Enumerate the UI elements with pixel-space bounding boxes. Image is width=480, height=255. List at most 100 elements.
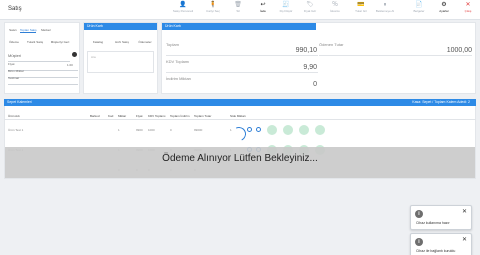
summary-header: Ürün Kartı [162,23,316,30]
product-tab-0[interactable]: Katalog [89,39,107,45]
customer-icon: 🧍 [209,2,217,8]
table-cell: 1 [118,128,120,132]
sales-screen: Satış 👤 Satış Personeli 🧍 Cariyi Seç 🗑 Sil ↩ İa… [0,0,480,255]
trash-icon: 🗑 [234,2,242,8]
toolbar-label: Cariyi Seç [206,9,220,13]
divider [166,72,318,73]
toolbar-button-7[interactable]: 💳 Tutar Gir [348,2,374,18]
sales-personnel-icon: 👤 [179,2,187,8]
toolbar-label: Satış Personeli [172,9,194,13]
product-tab-1[interactable]: Hızlı Satış [113,39,131,45]
row-indicator [299,125,309,135]
close-icon[interactable]: ✕ [462,236,467,243]
toolbar-button-2[interactable]: 🗑 Sil [225,2,251,18]
toast-notification: i ✕ Cihaz ile bağlantı kuruldu [410,233,472,255]
close-icon[interactable]: ✕ [462,208,467,215]
toolbar-button-9[interactable]: 📄 Belgeler [406,2,432,18]
product-search-placeholder: Ara [91,55,96,59]
column-header: Toplam İndirim [170,114,190,118]
hold-icon: ⏸ [383,2,387,8]
column-header: Fiyat [136,114,143,118]
tab-0[interactable]: Satıcı [8,27,18,33]
customer-panel: Satıcı Toptan Satış Merkez Ödeme Tutarlı Sa… [4,22,80,94]
discount-value: 0 [313,81,317,88]
table-cell: Ürün Test 1 [8,128,24,132]
toolbar-label: Çıkış [464,9,472,13]
customer-add-icon[interactable] [72,52,77,57]
toolbar-button-4[interactable]: 🧾 Fiş Düşür [273,2,299,18]
discount-icon: ％ [331,2,338,8]
info-icon: i [415,210,423,218]
vat-label: KDV Toplamı [166,59,190,64]
basket-header: Sepet Kalemleri Kasa: Sepet / Toplam Kal… [4,99,476,106]
toolbar-label: Tutar Gir [355,9,367,13]
table-cell: 0 [170,128,172,132]
paid-amount-label: Ödenen Tutar [319,42,344,47]
product-tab-2[interactable]: Ödemeler [136,39,154,45]
toolbar-label: Sil [236,9,240,13]
field-value: 1.00 [67,63,73,67]
toast-message: Cihaz kullanıma hazır [416,221,450,225]
paid-amount-value: 1000,00 [446,47,472,54]
basket-title: Sepet Kalemleri [7,100,32,104]
info-icon: i [415,238,423,246]
row-action-icon[interactable] [256,127,261,132]
row-indicator [283,125,293,135]
product-card-header: Ürün Kartı [84,23,157,30]
toolbar-button-5[interactable]: 🏷 Fiyat Gör [297,2,323,18]
toast-notification: i ✕ Cihaz kullanıma hazır [410,205,472,230]
column-header: Ürün Adı [8,114,20,118]
field-input[interactable] [8,57,70,62]
vat-value: 9,90 [303,64,317,71]
column-header: Stok Miktarı [230,114,246,118]
settings-icon: ⚙ [441,2,447,8]
column-header: Kod [108,114,114,118]
total-label: Toplam [166,42,179,47]
page-title: Satış [8,6,22,12]
toolbar-button-0[interactable]: 👤 Satış Personeli [170,2,196,18]
payment-message: Ödeme Alınıyor Lütfen Bekleyiniz... [162,153,318,164]
sub-tab-2[interactable]: Müşteriyi Geri [50,39,70,45]
toolbar-label: Fiyat Gör [303,9,317,13]
toast-message: Cihaz ile bağlantı kuruldu [416,249,456,253]
product-card-panel: Ürün Kartı Katalog Hızlı Satış Ödemeler Ar… [83,22,158,94]
tab-2[interactable]: Merkez [38,27,54,33]
column-header: Barkod [90,114,100,118]
toolbar-label: Beklemeye Al [375,9,395,13]
toolbar-button-10[interactable]: ⚙ Ayarlar [431,2,457,18]
column-header: Miktar [118,114,127,118]
tab-1[interactable]: Toptan Satış [20,27,37,33]
column-header: KDV Toplamı [148,114,166,118]
toolbar-label: Ayarlar [439,9,449,13]
top-toolbar: Satış 👤 Satış Personeli 🧍 Cariyi Seç 🗑 Sil ↩ İa… [0,0,480,20]
product-search-box[interactable]: Ara [87,51,154,73]
price-tag-icon: 🏷 [306,2,314,8]
table-cell: 99000 [194,128,203,132]
toolbar-button-8[interactable]: ⏸ Beklemeye Al [372,2,398,18]
row-indicator [315,125,325,135]
toolbar-button-11[interactable]: ✕ Çıkış [455,2,480,18]
documents-icon: 📄 [415,2,423,8]
toolbar-label: İskonto [330,9,340,13]
column-header: Toplam Tutar [194,114,212,118]
table-cell: 9900 [136,128,143,132]
row-action-icon[interactable] [247,127,252,132]
amount-icon: 💳 [357,2,365,8]
summary-panel: Ürün Kartı Toplam 990,10 KDV Toplamı 9,9… [161,22,476,94]
sub-tab-1[interactable]: Tutarlı Satış [25,39,45,45]
total-value: 990,10 [295,47,317,54]
table-cell: 1000 [148,128,155,132]
discount-label: İndirim Miktarı [166,76,192,81]
exit-icon: ✕ [465,2,471,8]
toolbar-label: Belgeler [413,9,425,13]
divider [166,55,318,56]
receipt-icon: 🧾 [282,2,290,8]
basket-info: Kasa: Sepet / Toplam Kalem Adedi: 2 [412,100,470,104]
toolbar-button-1[interactable]: 🧍 Cariyi Seç [200,2,226,18]
toolbar-label: Fiş Düşür [279,9,293,13]
field-input[interactable] [8,80,78,85]
toolbar-button-6[interactable]: ％ İskonto [322,2,348,18]
divider [319,55,472,56]
row-indicator [267,125,277,135]
sub-tab-0[interactable]: Ödeme [8,39,20,45]
